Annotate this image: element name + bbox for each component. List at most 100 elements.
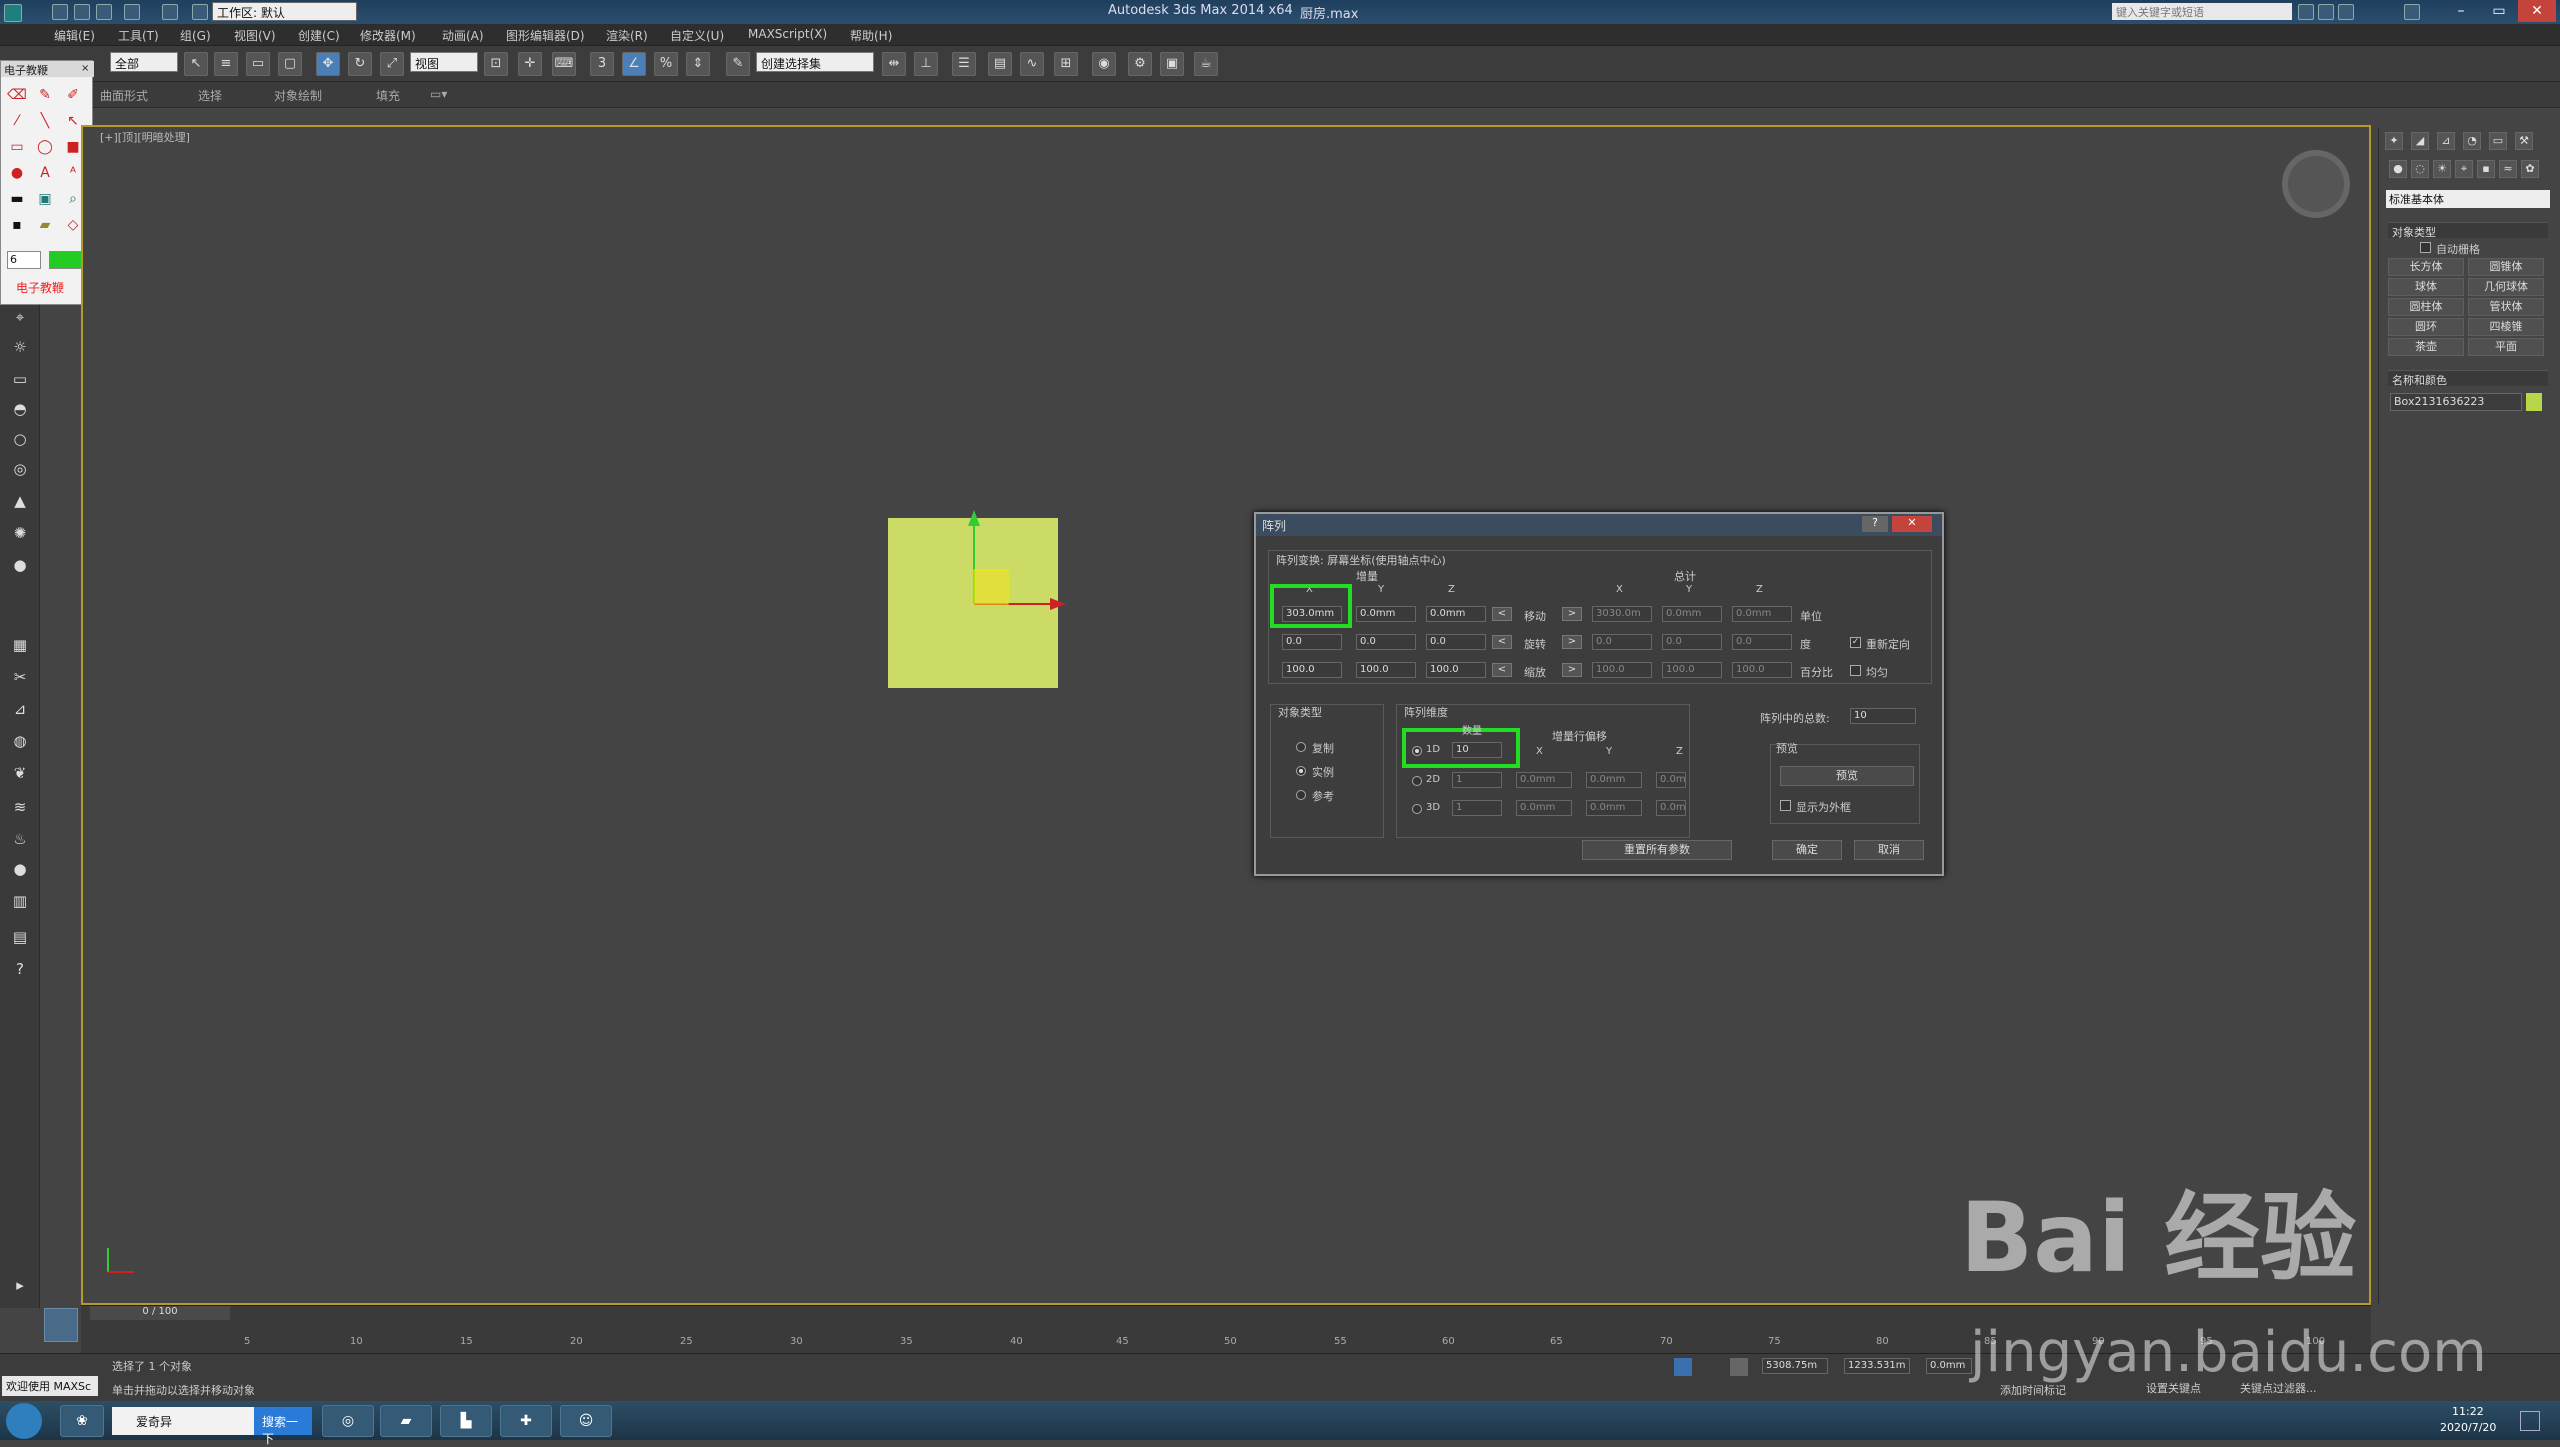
hold-icon[interactable]	[192, 4, 208, 20]
select-rotate-icon[interactable]: ↻	[348, 52, 372, 76]
gizmo-y-arrow[interactable]	[968, 510, 980, 526]
angle-snap-icon[interactable]: ∠	[622, 52, 646, 76]
brush-icon[interactable]: ⁄	[7, 113, 27, 131]
spinner-snap-icon[interactable]: ⇕	[686, 52, 710, 76]
selection-filter-dropdown[interactable]: 全部	[110, 52, 178, 72]
menu-rendering[interactable]: 渲染(R)	[606, 27, 648, 44]
isolate-icon[interactable]	[1674, 1358, 1692, 1376]
tot-rot-y-input[interactable]: 0.0	[1662, 634, 1722, 650]
text-icon[interactable]: A	[35, 165, 55, 183]
save-icon[interactable]: ▪	[7, 217, 27, 235]
ribbon-tab-selection[interactable]: 选择	[198, 87, 222, 104]
object-name-input[interactable]: Box2131636223	[2390, 393, 2522, 411]
teapot-button[interactable]: 茶壶	[2388, 338, 2464, 356]
cone-button[interactable]: 圆锥体	[2468, 258, 2544, 276]
app-logo-icon[interactable]	[4, 4, 22, 22]
dim-3d-radio[interactable]	[1412, 804, 1422, 814]
font-icon[interactable]: ᴬ	[63, 165, 83, 183]
zoom-icon[interactable]: ⌕	[63, 191, 83, 209]
tot-scale-x-input[interactable]: 100.0	[1592, 662, 1652, 678]
pen-icon[interactable]: ✎	[35, 87, 55, 105]
rotate-right-arrow[interactable]: >	[1562, 635, 1582, 649]
menu-views[interactable]: 视图(V)	[234, 27, 276, 44]
object-type-rollout[interactable]: 对象类型	[2388, 222, 2548, 239]
taskbar-app-icon[interactable]: ❀	[60, 1405, 104, 1437]
menu-tools[interactable]: 工具(T)	[118, 27, 159, 44]
select-by-name-icon[interactable]: ≡	[214, 52, 238, 76]
stack-icon[interactable]: ▤	[8, 928, 32, 950]
inc-move-z-input[interactable]: 0.0mm	[1426, 606, 1486, 622]
teapot-icon[interactable]: ♨	[8, 830, 32, 852]
hierarchy-tab-icon[interactable]: ⊿	[2437, 132, 2455, 150]
pivot-center-icon[interactable]: ⊡	[484, 52, 508, 76]
cone-icon[interactable]: ▲	[8, 492, 32, 514]
modify-tab-icon[interactable]: ◢	[2411, 132, 2429, 150]
material-editor-icon[interactable]: ◉	[1092, 52, 1116, 76]
menu-customize[interactable]: 自定义(U)	[670, 27, 724, 44]
light-icon[interactable]: ☼	[8, 338, 32, 360]
coord-y-input[interactable]: 1233.531m	[1844, 1358, 1910, 1374]
select-move-icon[interactable]: ✥	[316, 52, 340, 76]
ellipse-icon[interactable]: ◯	[35, 139, 55, 157]
taskbar-search-button[interactable]: 搜索一下	[254, 1407, 312, 1446]
maximize-button[interactable]: ▭	[2480, 0, 2518, 22]
cylinder-button[interactable]: 圆柱体	[2388, 298, 2464, 316]
torus-button[interactable]: 圆环	[2388, 318, 2464, 336]
viewcube-icon[interactable]	[2282, 150, 2350, 218]
dome-icon[interactable]: ◓	[8, 400, 32, 422]
reset-all-button[interactable]: 重置所有参数	[1582, 840, 1732, 860]
ribbon-tab-freeform[interactable]: 曲面形式	[100, 87, 148, 104]
shapes-icon[interactable]: ◌	[2411, 160, 2429, 178]
row2-x-input[interactable]: 0.0mm	[1516, 772, 1572, 788]
render-icon[interactable]: ☕	[1194, 52, 1218, 76]
plane-icon[interactable]: ▭	[8, 370, 32, 392]
inc-move-x-input[interactable]: 303.0mm	[1282, 606, 1342, 622]
rect-icon[interactable]: ▭	[7, 139, 27, 157]
snap-toggle-icon[interactable]: 3	[590, 52, 614, 76]
inc-scale-z-input[interactable]: 100.0	[1426, 662, 1486, 678]
taskbar-browser-input[interactable]: 爱奇异	[112, 1407, 260, 1435]
percent-snap-icon[interactable]: %	[654, 52, 678, 76]
tot-rot-z-input[interactable]: 0.0	[1732, 634, 1792, 650]
row2-z-input[interactable]: 0.0mm	[1656, 772, 1686, 788]
geometry-icon[interactable]: ●	[2389, 160, 2407, 178]
rotate-left-arrow[interactable]: <	[1492, 635, 1512, 649]
coord-z-input[interactable]: 0.0mm	[1926, 1358, 1972, 1374]
binoculars-icon[interactable]	[2298, 4, 2314, 20]
reference-radio[interactable]	[1296, 790, 1306, 800]
display-tab-icon[interactable]: ▭	[2489, 132, 2507, 150]
tube-button[interactable]: 管状体	[2468, 298, 2544, 316]
box-button[interactable]: 长方体	[2388, 258, 2464, 276]
gizmo-xy-plane[interactable]	[973, 569, 1009, 605]
rect-region-icon[interactable]: ▭	[246, 52, 270, 76]
notification-icon[interactable]	[2520, 1411, 2540, 1431]
create-tab-icon[interactable]: ✦	[2385, 132, 2403, 150]
row3-x-input[interactable]: 0.0mm	[1516, 800, 1572, 816]
lights-icon[interactable]: ☀	[2433, 160, 2451, 178]
expand-arrow-icon[interactable]: ▸	[8, 1276, 32, 1298]
dim-1d-radio[interactable]	[1412, 746, 1422, 756]
systems-icon[interactable]: ✿	[2521, 160, 2539, 178]
ribbon-tab-populate[interactable]: 填充	[376, 87, 400, 104]
tot-move-z-input[interactable]: 0.0mm	[1732, 606, 1792, 622]
inc-rot-x-input[interactable]: 0.0	[1282, 634, 1342, 650]
row2-y-input[interactable]: 0.0mm	[1586, 772, 1642, 788]
tot-scale-y-input[interactable]: 100.0	[1662, 662, 1722, 678]
line-width-icon[interactable]: ▬	[7, 191, 27, 209]
folder-icon[interactable]: ▰	[35, 217, 55, 235]
utilities-tab-icon[interactable]: ⚒	[2515, 132, 2533, 150]
redo-icon[interactable]	[162, 4, 178, 20]
window-crossing-icon[interactable]: ▢	[278, 52, 302, 76]
menu-modifiers[interactable]: 修改器(M)	[360, 27, 416, 44]
close-button[interactable]: ✕	[2518, 0, 2556, 22]
torus-icon[interactable]: ◎	[8, 460, 32, 482]
show-as-box-checkbox[interactable]	[1780, 800, 1791, 811]
absolute-mode-icon[interactable]	[1730, 1358, 1748, 1376]
object-color-swatch[interactable]	[2526, 393, 2542, 411]
save-file-icon[interactable]	[96, 4, 112, 20]
mirror-icon[interactable]: ⇹	[882, 52, 906, 76]
ribbon-toggle-icon[interactable]: ▭▾	[430, 87, 447, 101]
viewport-label[interactable]: [+][顶][明暗处理]	[100, 129, 190, 145]
help-icon[interactable]	[2404, 4, 2420, 20]
grid-icon[interactable]: ▥	[8, 892, 32, 914]
